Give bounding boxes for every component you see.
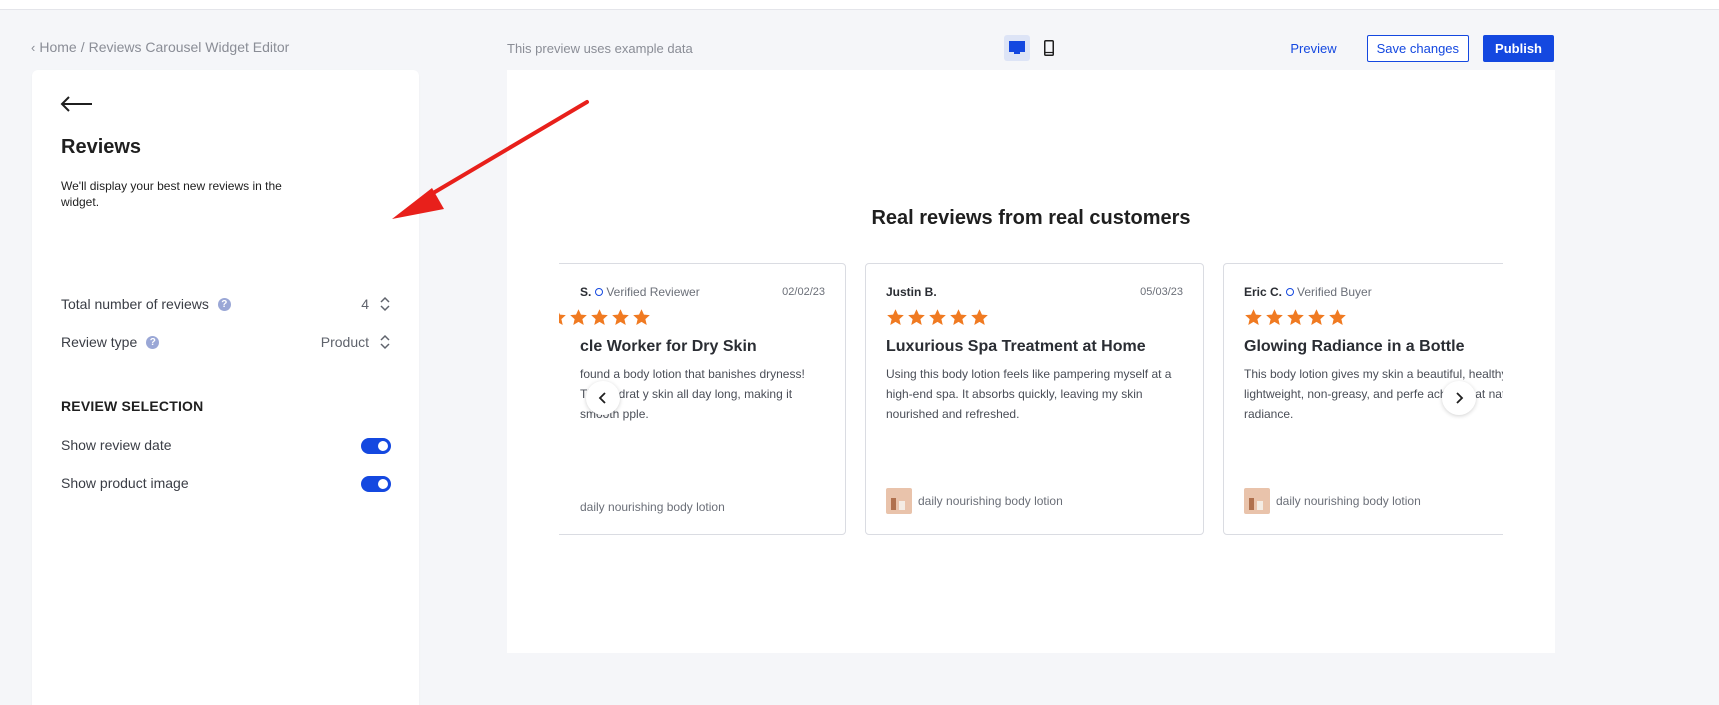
stepper-icon[interactable] <box>379 333 391 351</box>
review-card: Justin B. 05/03/23 Luxurious Spa Treatme… <box>865 263 1204 535</box>
verified-badge: Verified Buyer <box>1286 285 1372 299</box>
verified-check-icon <box>595 288 604 296</box>
setting-label: Review type <box>61 334 138 350</box>
setting-label: Total number of reviews <box>61 296 209 312</box>
panel-title: Reviews <box>61 136 142 158</box>
review-body: Using this body lotion feels like pamper… <box>886 367 1172 421</box>
show-product-image-setting: Show product image <box>61 471 391 495</box>
star-icon <box>1287 309 1304 326</box>
product-name: daily nourishing body lotion <box>580 500 725 514</box>
publish-button[interactable]: Publish <box>1483 35 1554 62</box>
star-icon <box>1308 309 1325 326</box>
back-arrow-icon[interactable] <box>60 94 94 114</box>
header-actions: Preview Save changes Publish <box>1280 35 1554 62</box>
chevron-left-icon[interactable]: ‹ <box>31 40 35 55</box>
reviewer-name: Justin B. <box>886 285 937 299</box>
toggle-label: Show review date <box>61 437 172 453</box>
review-date: 02/02/23 <box>782 286 825 298</box>
chevron-right-icon <box>1456 392 1464 404</box>
preview-note: This preview uses example data <box>507 41 693 56</box>
breadcrumb: ‹ Home / Reviews Carousel Widget Editor <box>31 39 289 55</box>
breadcrumb-current: Reviews Carousel Widget Editor <box>88 39 290 55</box>
star-icon <box>1329 309 1346 326</box>
star-icon <box>591 309 608 326</box>
settings-panel: Reviews We'll display your best new revi… <box>32 70 419 705</box>
product-image <box>886 488 912 514</box>
review-title: cle Worker for Dry Skin <box>580 338 757 355</box>
review-title: Luxurious Spa Treatment at Home <box>886 338 1146 355</box>
review-date: 05/03/23 <box>1140 286 1183 298</box>
star-rating <box>1244 308 1503 330</box>
star-icon <box>612 309 629 326</box>
review-selection-heading: REVIEW SELECTION <box>61 398 204 414</box>
save-changes-button[interactable]: Save changes <box>1366 35 1470 62</box>
show-product-image-toggle[interactable] <box>361 476 391 492</box>
show-review-date-setting: Show review date <box>61 433 391 457</box>
review-product[interactable]: daily nourishing body lotion <box>1244 488 1421 514</box>
star-icon <box>950 309 967 326</box>
help-icon[interactable]: ? <box>146 335 160 349</box>
monitor-icon <box>1009 41 1025 54</box>
star-icon <box>908 309 925 326</box>
total-reviews-value[interactable]: 4 <box>361 296 369 312</box>
star-rating <box>559 308 825 330</box>
review-type-value[interactable]: Product <box>321 334 369 350</box>
stepper-icon[interactable] <box>379 295 391 313</box>
reviewer-name: Eric C. <box>1244 285 1283 299</box>
carousel-prev-button[interactable] <box>586 381 620 415</box>
help-icon[interactable]: ? <box>217 297 231 311</box>
star-icon <box>1245 309 1262 326</box>
carousel-title: Real reviews from real customers <box>871 207 1191 229</box>
star-icon <box>570 309 587 326</box>
breadcrumb-separator: / <box>80 39 85 55</box>
total-reviews-setting: Total number of reviews ? 4 <box>61 292 391 316</box>
star-rating <box>886 308 1183 330</box>
show-review-date-toggle[interactable] <box>361 438 391 454</box>
star-icon <box>1266 309 1283 326</box>
star-icon <box>633 309 650 326</box>
review-product[interactable]: daily nourishing body lotion <box>886 488 1063 514</box>
star-icon <box>887 309 904 326</box>
verified-check-icon <box>1286 288 1295 296</box>
star-icon <box>559 312 566 326</box>
preview-button[interactable]: Preview <box>1280 36 1346 61</box>
panel-description: We'll display your best new reviews in t… <box>61 179 282 209</box>
review-product[interactable]: daily nourishing body lotion <box>580 500 725 514</box>
desktop-view-button[interactable] <box>1004 35 1030 61</box>
breadcrumb-home[interactable]: Home <box>39 39 76 55</box>
verified-badge: Verified Reviewer <box>595 285 700 299</box>
top-bar <box>0 0 1719 10</box>
chevron-left-icon <box>598 392 606 404</box>
review-type-setting: Review type ? Product <box>61 330 391 354</box>
star-icon <box>971 309 988 326</box>
device-toggle <box>1004 35 1062 61</box>
phone-icon <box>1044 40 1054 56</box>
carousel-next-button[interactable] <box>1442 381 1476 415</box>
star-icon <box>929 309 946 326</box>
product-name: daily nourishing body lotion <box>918 494 1063 508</box>
product-image <box>1244 488 1270 514</box>
reviewer-name: S. <box>580 285 592 299</box>
carousel-viewport: S. Verified Reviewer 02/02/23 cle Worker… <box>559 263 1503 535</box>
widget-preview-canvas: Real reviews from real customers S. Veri… <box>507 70 1555 653</box>
toggle-label: Show product image <box>61 475 189 491</box>
product-name: daily nourishing body lotion <box>1276 494 1421 508</box>
mobile-view-button[interactable] <box>1036 35 1062 61</box>
review-title: Glowing Radiance in a Bottle <box>1244 338 1465 355</box>
